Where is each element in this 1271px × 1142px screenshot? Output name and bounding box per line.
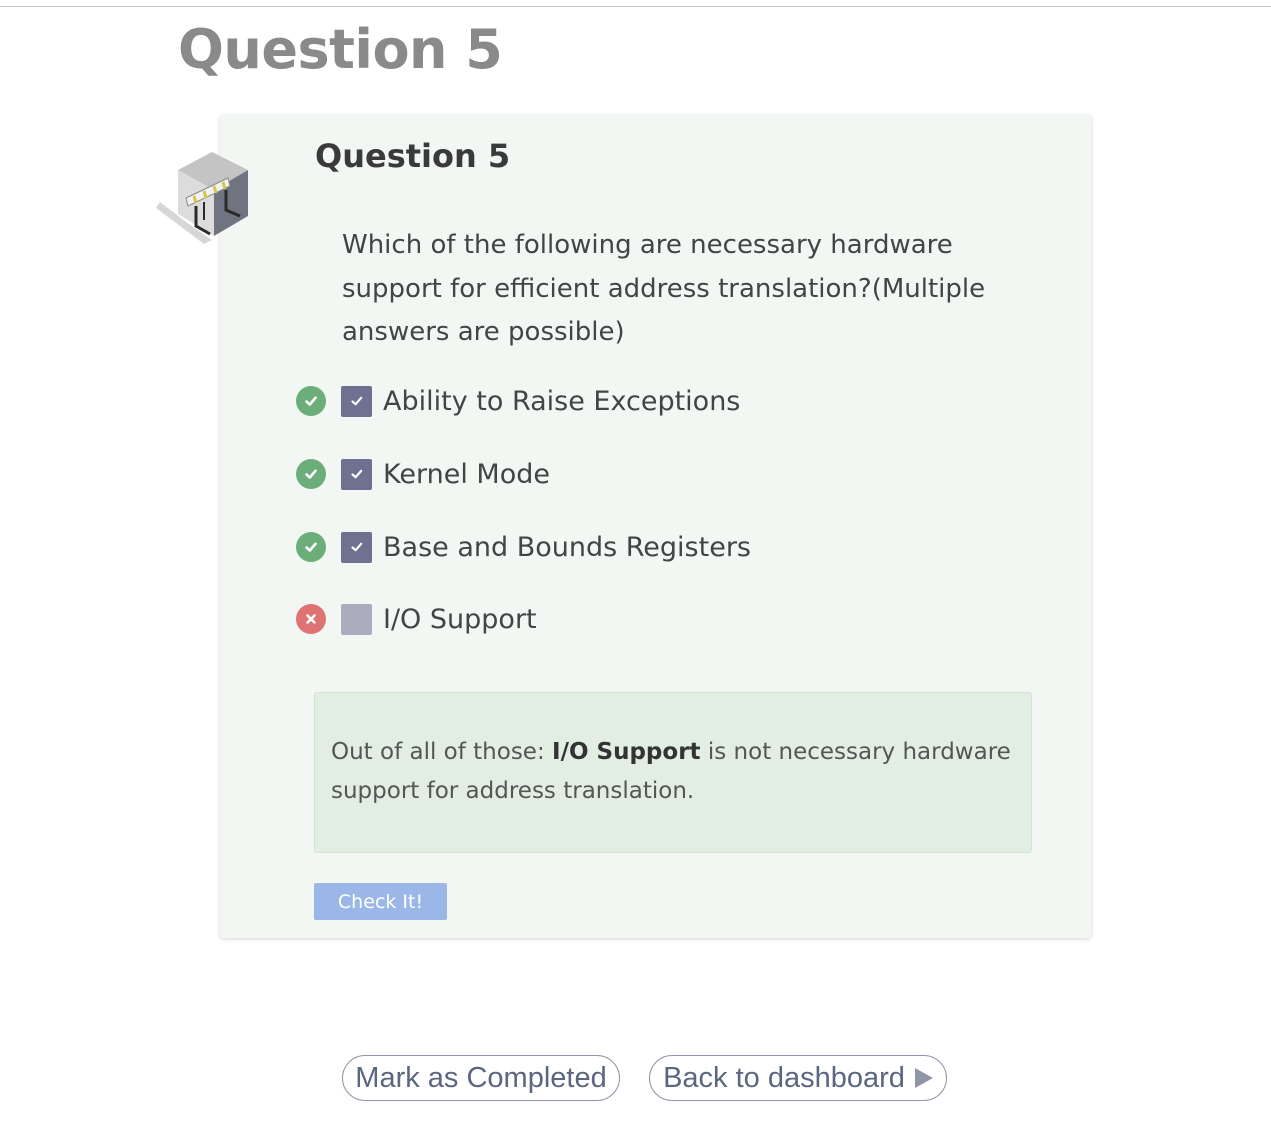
back-to-dashboard-button[interactable]: Back to dashboard: [649, 1055, 947, 1101]
question-title: Question 5: [315, 137, 511, 175]
check-circle-icon: [296, 459, 326, 489]
option-ability-to-raise-exceptions[interactable]: Ability to Raise Exceptions: [296, 383, 740, 419]
option-kernel-mode[interactable]: Kernel Mode: [296, 456, 550, 492]
mark-as-completed-button[interactable]: Mark as Completed: [342, 1055, 620, 1101]
checkmark-icon: [350, 542, 362, 552]
check-it-button[interactable]: Check It!: [314, 883, 447, 920]
feedback-highlight: I/O Support: [552, 739, 701, 765]
page-title: Question 5: [178, 18, 503, 81]
option-checkbox[interactable]: [341, 531, 372, 563]
feedback-box: Out of all of those: I/O Support is not …: [314, 692, 1032, 853]
hardware-block-icon: [156, 152, 248, 244]
checkmark-icon: [350, 469, 362, 479]
x-circle-icon: [296, 604, 326, 634]
mark-as-completed-label: Mark as Completed: [355, 1061, 607, 1094]
play-arrow-icon: [914, 1068, 933, 1088]
option-label: I/O Support: [383, 603, 537, 635]
option-label: Ability to Raise Exceptions: [383, 385, 741, 417]
option-label: Kernel Mode: [383, 458, 550, 490]
option-checkbox[interactable]: [341, 458, 372, 490]
feedback-prefix: Out of all of those:: [331, 739, 553, 765]
option-label: Base and Bounds Registers: [383, 531, 751, 563]
check-circle-icon: [296, 386, 326, 416]
option-base-and-bounds-registers[interactable]: Base and Bounds Registers: [296, 529, 751, 565]
back-to-dashboard-label: Back to dashboard: [663, 1061, 905, 1094]
question-text: Which of the following are necessary har…: [342, 230, 986, 347]
check-circle-icon: [296, 532, 326, 562]
top-divider: [0, 6, 1271, 7]
option-checkbox[interactable]: [341, 603, 372, 635]
checkmark-icon: [350, 396, 362, 406]
option-checkbox[interactable]: [341, 385, 372, 417]
option-io-support[interactable]: I/O Support: [296, 601, 537, 637]
